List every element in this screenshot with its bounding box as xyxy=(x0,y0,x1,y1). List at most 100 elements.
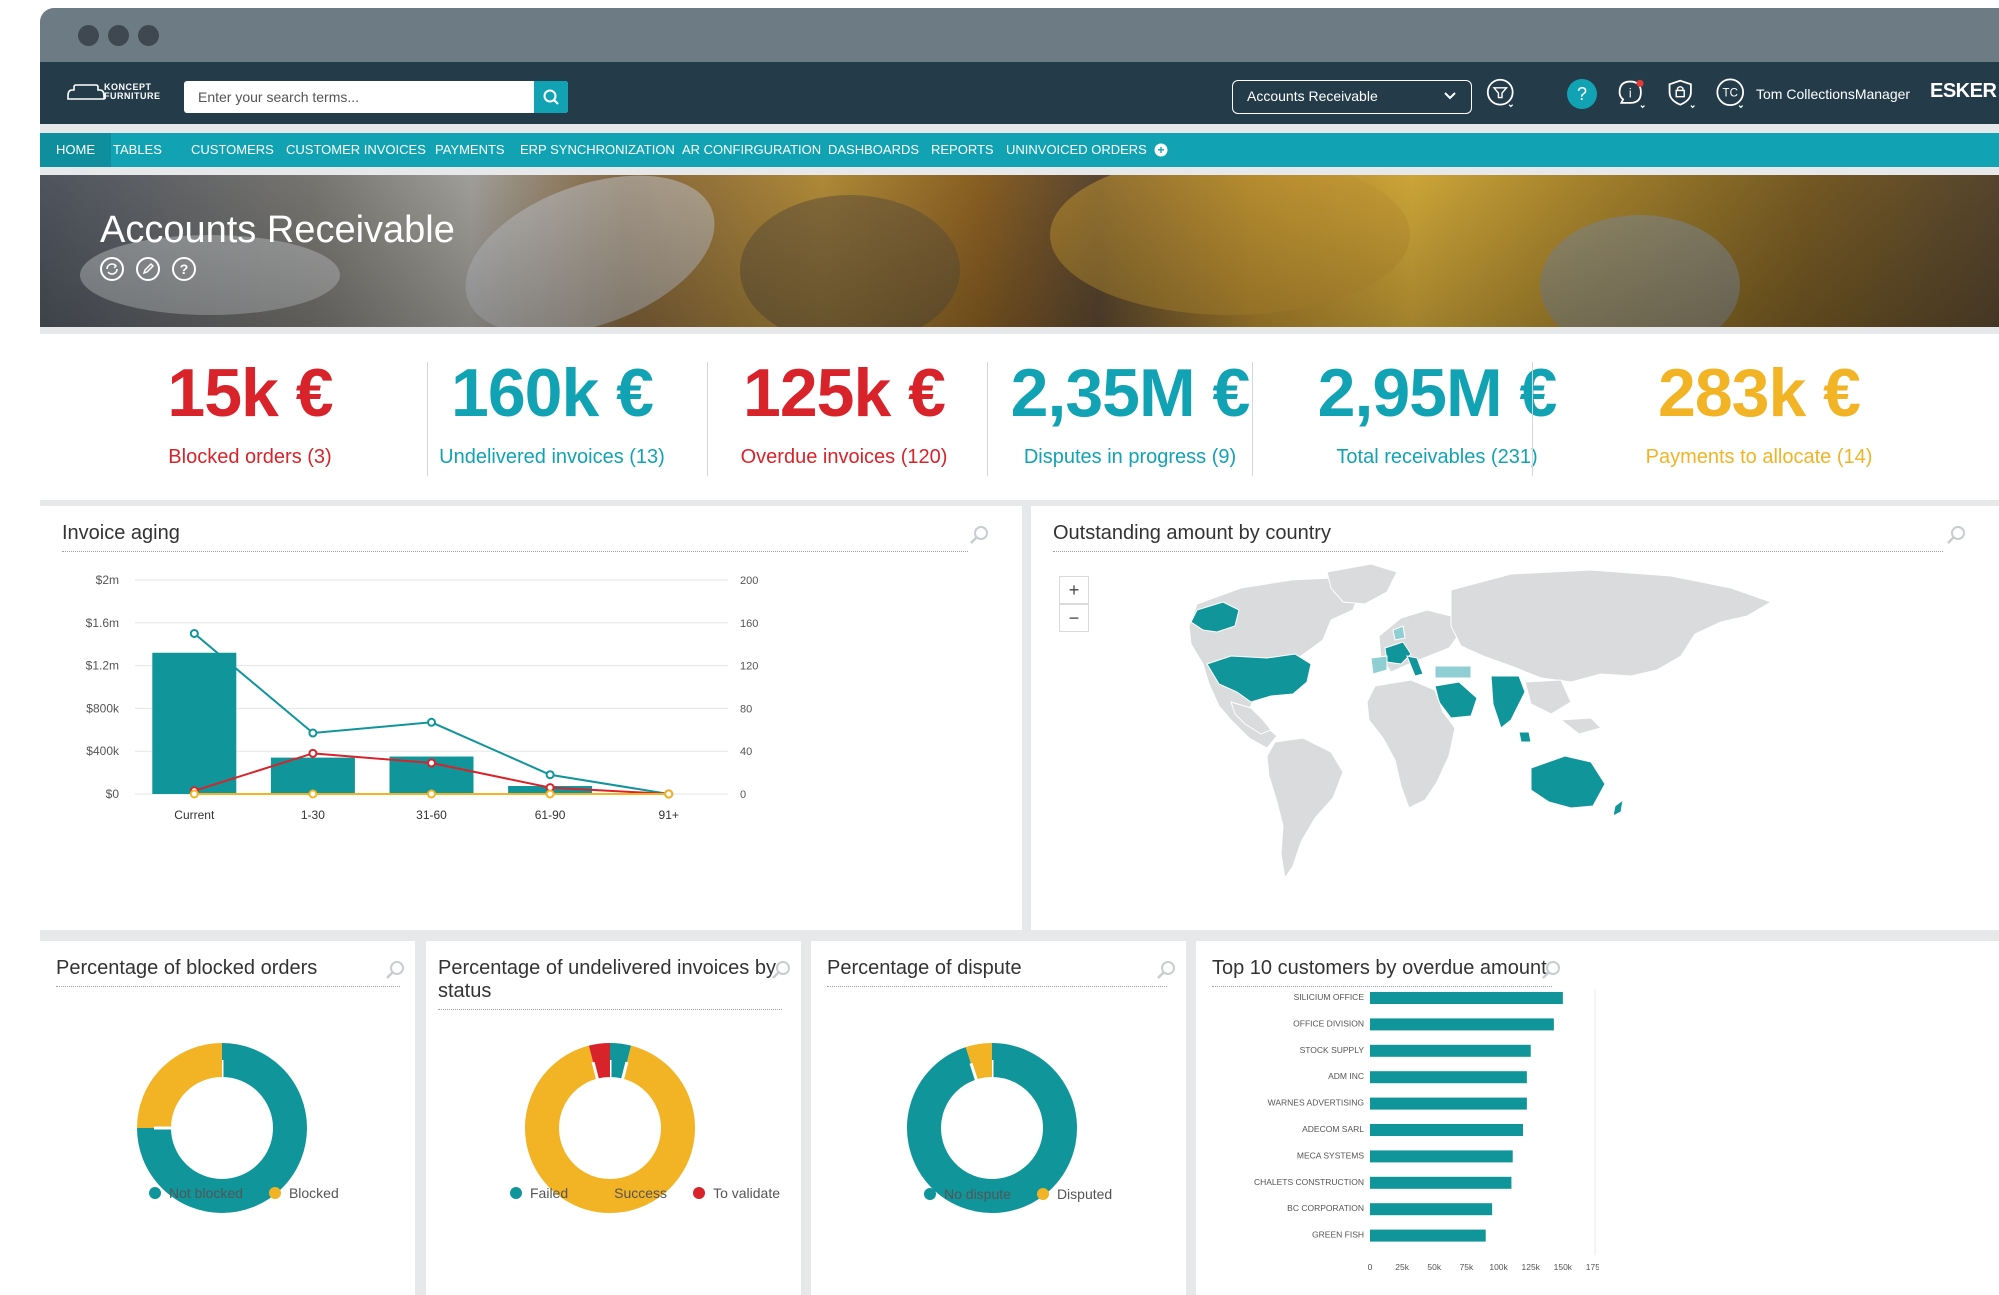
y-tick-label: $1.6m xyxy=(86,616,119,630)
kpi-overdue-invoices[interactable]: 125k € Overdue invoices (120) xyxy=(704,334,984,500)
window-close-dot[interactable] xyxy=(78,25,99,46)
legend-item: To validate xyxy=(693,1185,780,1201)
data-point xyxy=(664,789,674,799)
map-country-spain[interactable] xyxy=(1370,655,1388,675)
nav-item-dashboards[interactable]: DASHBOARDS xyxy=(828,133,919,167)
page-help-icon[interactable]: ? xyxy=(172,257,196,281)
y2-tick-label: 0 xyxy=(740,789,746,801)
filter-icon[interactable] xyxy=(1486,78,1518,110)
card-invoice-aging: Invoice aging $0 0 $400k 40 $800k 80 $1.2m 120 $… xyxy=(40,506,1022,930)
bar xyxy=(1370,1044,1531,1057)
bar xyxy=(1370,1124,1523,1136)
x-tick-label: 125k xyxy=(1521,1262,1540,1272)
kpi-payments-to-allocate[interactable]: 283k € Payments to allocate (14) xyxy=(1619,334,1899,500)
nav-item-home[interactable]: HOME xyxy=(40,133,111,167)
world-map[interactable] xyxy=(1031,506,1999,930)
donut-slice xyxy=(965,1043,993,1080)
chevron-down-icon xyxy=(1444,92,1456,100)
nav-item-payments[interactable]: PAYMENTS xyxy=(435,133,505,167)
nav-item-ar-configuration[interactable]: AR CONFIRGURATION xyxy=(682,133,821,167)
category-label: OFFICE DIVISION xyxy=(1293,1018,1364,1028)
y-tick-label: $2m xyxy=(96,573,119,587)
category-label: WARNES ADVERTISING xyxy=(1268,1098,1364,1108)
dashboard-select-value: Accounts Receivable xyxy=(1247,88,1378,104)
nav-item-uninvoiced-orders[interactable]: UNINVOICED ORDERS xyxy=(1006,133,1147,167)
legend-swatch xyxy=(594,1187,607,1199)
y-tick-label: $800k xyxy=(86,701,120,715)
user-name[interactable]: Tom CollectionsManager xyxy=(1756,86,1910,102)
nav-item-erp-synchronization[interactable]: ERP SYNCHRONIZATION xyxy=(520,133,675,167)
edit-icon[interactable] xyxy=(136,257,160,281)
map-country-turkey[interactable] xyxy=(1434,665,1472,679)
y-tick-label: $1.2m xyxy=(86,659,119,673)
chart-legend: No dispute Disputed xyxy=(924,1186,1138,1202)
map-country-malaysia[interactable] xyxy=(1518,731,1532,743)
undelivered-invoices-donut xyxy=(525,1043,695,1213)
map-country-australia[interactable] xyxy=(1530,755,1606,809)
refresh-icon[interactable] xyxy=(100,257,124,281)
y-tick-label: $0 xyxy=(106,787,120,801)
nav-item-tables[interactable]: TABLES xyxy=(113,133,162,167)
donut-slice xyxy=(137,1043,223,1129)
nav-item-reports[interactable]: REPORTS xyxy=(931,133,994,167)
category-label: GREEN FISH xyxy=(1312,1230,1364,1240)
kpi-strip: 15k € Blocked orders (3) 160k € Undelive… xyxy=(40,334,1999,500)
nav-item-customer-invoices[interactable]: CUSTOMER INVOICES xyxy=(286,133,426,167)
user-initials: TC xyxy=(1723,88,1738,100)
legend-swatch xyxy=(510,1187,522,1199)
bar xyxy=(152,652,237,794)
kpi-label: Undelivered invoices (13) xyxy=(439,446,665,468)
map-country-india[interactable] xyxy=(1490,675,1526,729)
search-input[interactable] xyxy=(184,81,552,113)
x-tick-label: 50k xyxy=(1427,1262,1441,1272)
data-point xyxy=(427,717,436,727)
map-south-america[interactable] xyxy=(1266,737,1344,880)
x-tick-label: 75k xyxy=(1460,1262,1474,1272)
x-tick-label: 31-60 xyxy=(416,808,447,822)
kpi-blocked-orders[interactable]: 15k € Blocked orders (3) xyxy=(110,334,390,500)
card-blocked-orders: Percentage of blocked orders Not blocked… xyxy=(40,941,415,1295)
help-icon[interactable]: ? xyxy=(1566,78,1598,110)
invoice-aging-chart: $0 0 $400k 40 $800k 80 $1.2m 120 $1.6m 160 $2m 200 C… xyxy=(86,573,759,822)
map-southeast-asia[interactable] xyxy=(1524,679,1572,715)
sofa-logo-icon xyxy=(67,84,105,100)
x-tick-label: 25k xyxy=(1395,1262,1409,1272)
kpi-total-receivables[interactable]: 2,95M € Total receivables (231) xyxy=(1297,334,1577,500)
data-point xyxy=(308,728,318,738)
user-avatar[interactable]: TC xyxy=(1716,78,1748,110)
kpi-undelivered-invoices[interactable]: 160k € Undelivered invoices (13) xyxy=(412,334,692,500)
y2-tick-label: 160 xyxy=(740,618,758,630)
bar xyxy=(1370,1071,1527,1084)
legend-label: To validate xyxy=(713,1185,780,1201)
legend-label: Failed xyxy=(530,1185,569,1201)
legend-label: Success xyxy=(614,1185,668,1201)
x-tick-label: 91+ xyxy=(659,808,679,822)
map-asia[interactable] xyxy=(1450,569,1773,683)
bar xyxy=(1370,1097,1527,1110)
help-icon-glyph: ? xyxy=(1577,84,1587,104)
window-minimize-dot[interactable] xyxy=(108,25,129,46)
legend-label: No dispute xyxy=(944,1186,1011,1202)
window-titlebar xyxy=(40,8,1999,62)
bar xyxy=(1370,1176,1512,1189)
kpi-value: 125k € xyxy=(743,355,946,431)
card-undelivered-invoices: Percentage of undelivered invoices by st… xyxy=(426,941,801,1295)
map-country-new-zealand[interactable] xyxy=(1612,798,1624,817)
x-tick-label: 175k xyxy=(1586,1262,1599,1272)
legend-label: Not blocked xyxy=(169,1185,243,1201)
security-lock-icon[interactable] xyxy=(1666,78,1698,110)
notifications-icon[interactable]: i xyxy=(1616,78,1648,110)
add-tab-icon[interactable]: + xyxy=(1154,143,1168,157)
kpi-value: 2,95M € xyxy=(1317,355,1558,431)
map-indonesia[interactable] xyxy=(1559,717,1602,735)
card-dispute: Percentage of dispute No dispute Disputed xyxy=(811,941,1186,1295)
window-maximize-dot[interactable] xyxy=(138,25,159,46)
data-point xyxy=(427,789,436,799)
kpi-disputes-in-progress[interactable]: 2,35M € Disputes in progress (9) xyxy=(990,334,1270,500)
dashboard-select[interactable]: Accounts Receivable xyxy=(1232,80,1472,114)
nav-item-customers[interactable]: CUSTOMERS xyxy=(191,133,274,167)
y2-tick-label: 120 xyxy=(740,661,758,673)
x-tick-label: Current xyxy=(174,808,215,822)
search-button[interactable] xyxy=(534,81,568,113)
bar xyxy=(1370,1018,1554,1031)
